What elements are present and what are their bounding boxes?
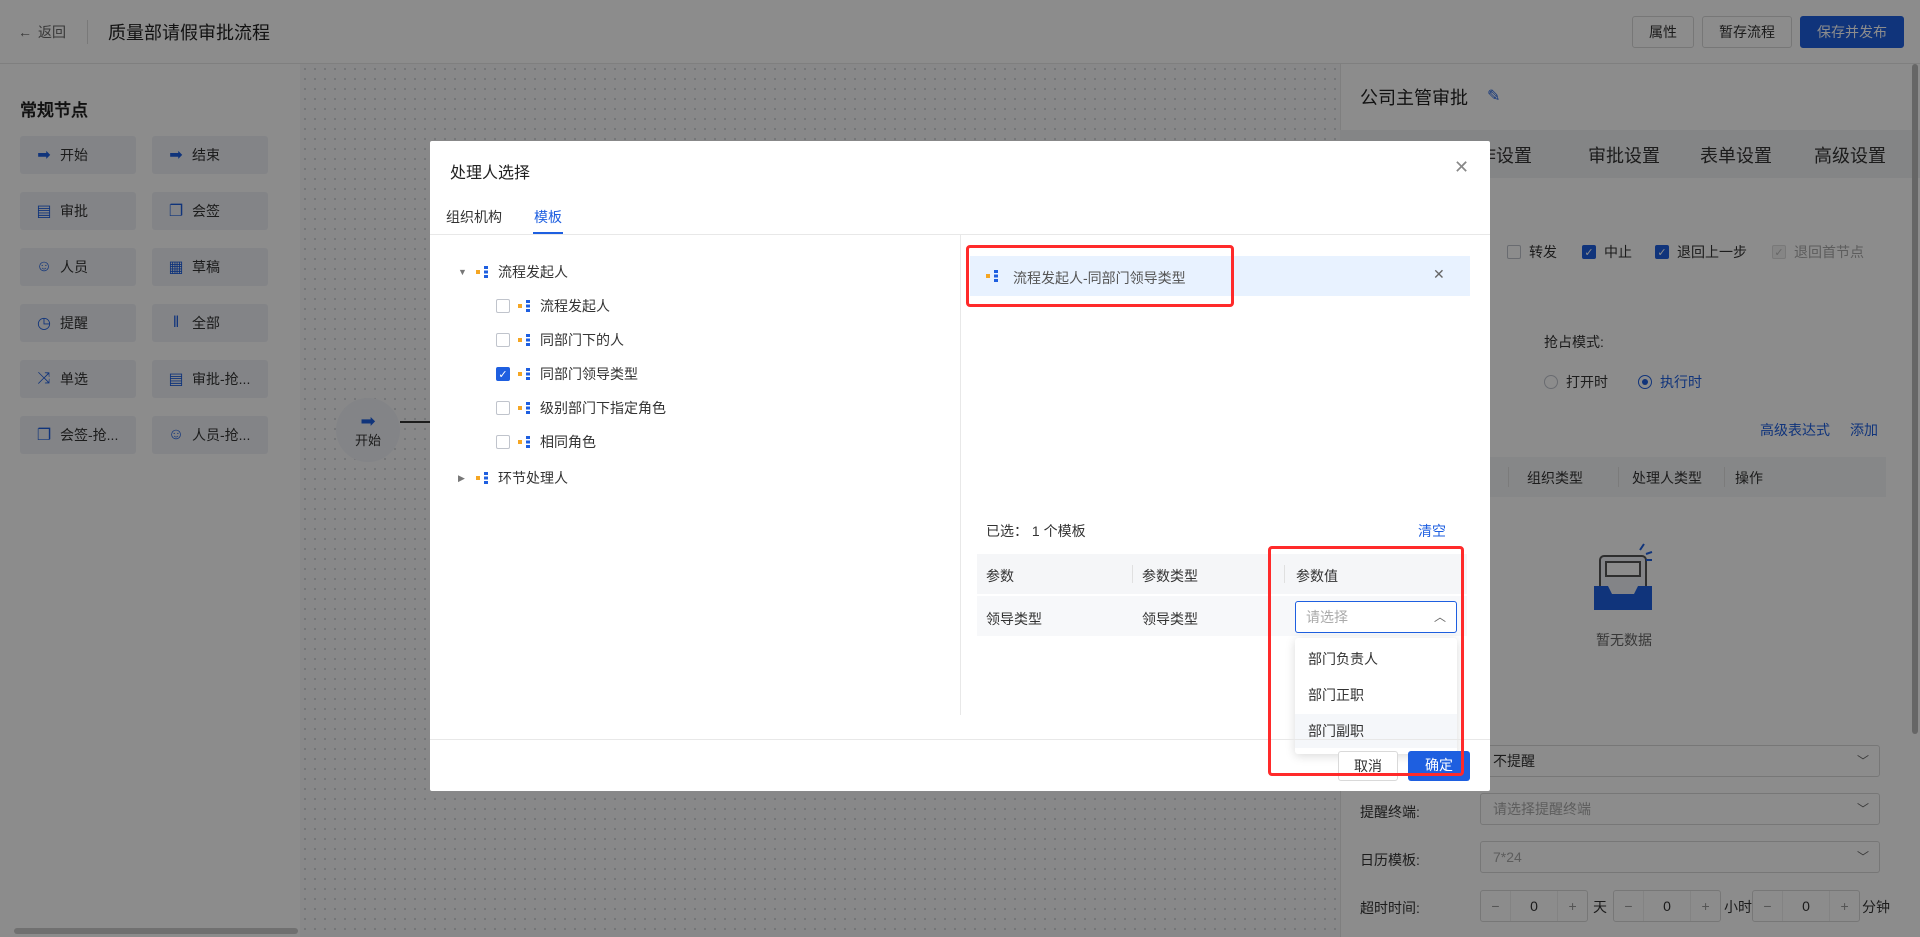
chosen-count: 1 个模板 [1031,523,1086,539]
tree-node-initiator[interactable]: ▼ 流程发起人 [458,262,568,282]
caret-down-icon[interactable]: ▼ [458,267,468,277]
handler-select-dialog: 处理人选择 ✕ 组织机构 模板 ▼ 流程发起人 流程发起人 同部门下的人 ✓ 同… [430,141,1490,791]
org-tree-icon [476,472,488,484]
check-icon[interactable]: ✓ [496,367,510,381]
org-tree-icon [518,402,530,414]
tree-leaf-initiator[interactable]: 流程发起人 [496,296,610,316]
active-tab-indicator [533,232,563,234]
remove-icon[interactable]: ✕ [1433,266,1445,283]
chosen-prefix: 已选： [986,523,1028,539]
org-tree-icon [518,334,530,346]
pane-divider [960,235,961,715]
tree-label: 环节处理人 [498,470,568,486]
org-tree-icon [518,368,530,380]
caret-right-icon[interactable]: ▶ [458,473,468,484]
tree-leaf-same-role[interactable]: 相同角色 [496,432,596,452]
param-name-cell: 领导类型 [986,611,1042,627]
column-param: 参数 [986,568,1014,584]
column-divider [1132,565,1133,583]
close-icon[interactable]: ✕ [1454,157,1469,178]
tree-label: 同部门下的人 [540,332,624,348]
tree-label: 同部门领导类型 [540,366,638,382]
tree-label: 相同角色 [540,434,596,450]
highlight-box-param-value [1268,546,1464,776]
org-tree-icon [518,436,530,448]
column-param-type: 参数类型 [1142,568,1198,584]
checkbox-box[interactable] [496,401,510,415]
tree-label: 流程发起人 [540,298,610,314]
param-type-cell: 领导类型 [1142,611,1198,627]
tree-node-step-handler[interactable]: ▶ 环节处理人 [458,468,568,488]
tree-leaf-same-dept-people[interactable]: 同部门下的人 [496,330,624,350]
tree-label: 级别部门下指定角色 [540,400,666,416]
tree-leaf-same-dept-leader[interactable]: ✓ 同部门领导类型 [496,364,638,384]
chosen-summary: 已选： 1 个模板 [986,521,1086,541]
org-tree-icon [476,266,488,278]
checkbox-box[interactable] [496,299,510,313]
highlight-box-selected [966,245,1234,307]
tree-label: 流程发起人 [498,264,568,280]
tab-template[interactable]: 模板 [534,207,562,227]
org-tree-icon [518,300,530,312]
tab-organization[interactable]: 组织机构 [446,207,502,227]
checkbox-box[interactable] [496,333,510,347]
checkbox-box[interactable] [496,435,510,449]
clear-link[interactable]: 清空 [1418,521,1446,541]
tree-leaf-level-dept-role[interactable]: 级别部门下指定角色 [496,398,666,418]
dialog-title: 处理人选择 [450,165,531,182]
